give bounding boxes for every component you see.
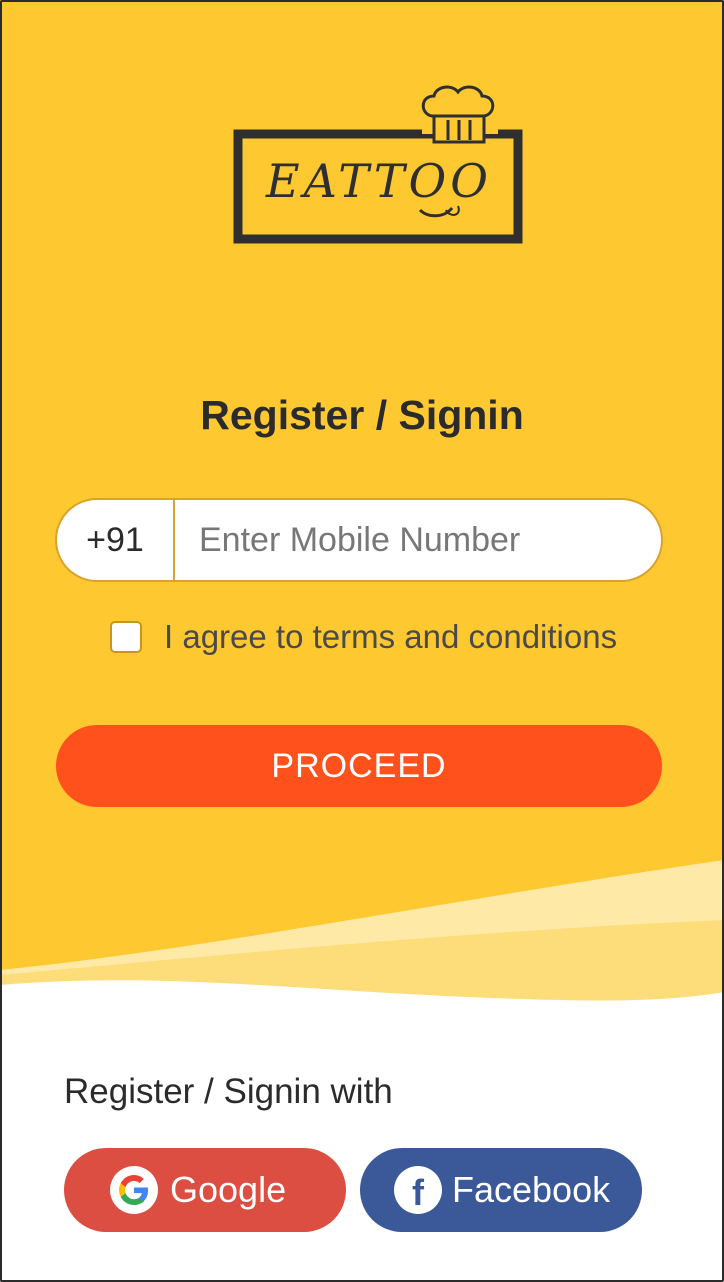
screen-border <box>0 0 724 1282</box>
